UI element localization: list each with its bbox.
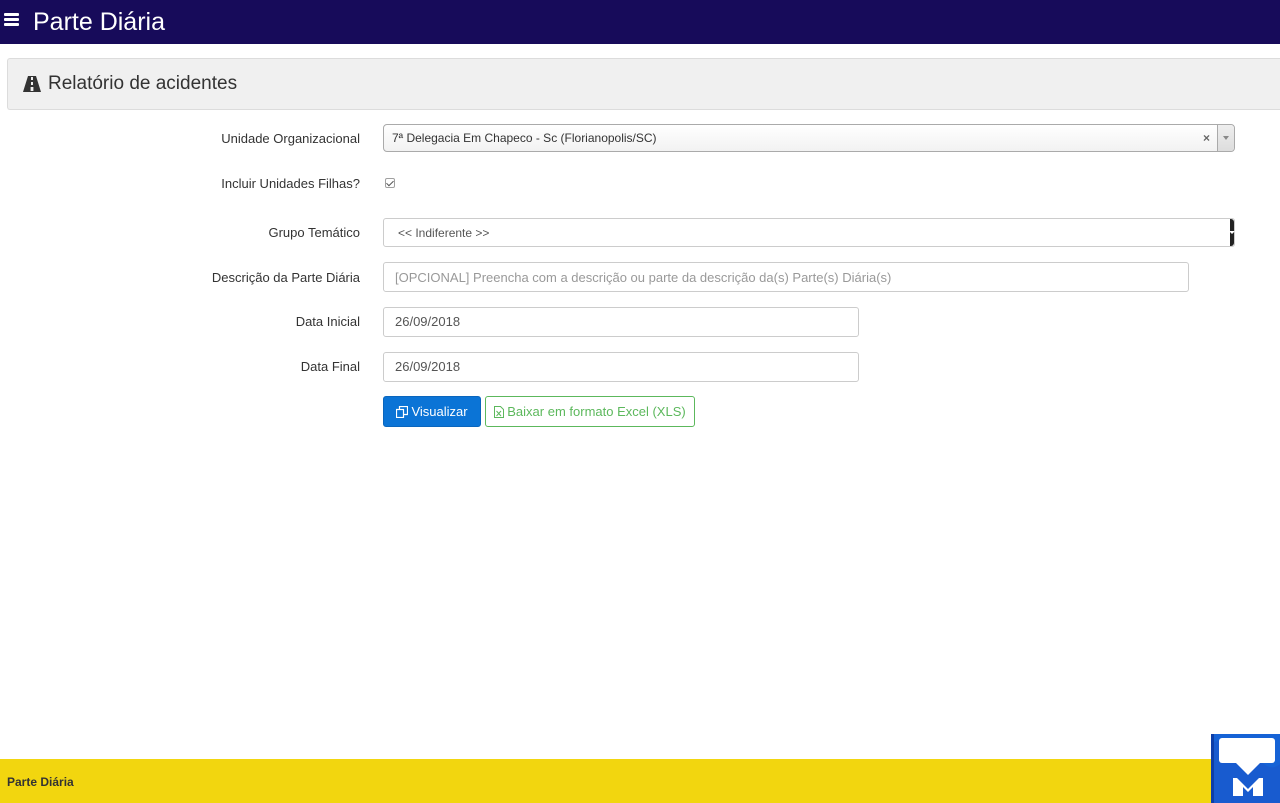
copy-icon	[396, 406, 409, 418]
incluir-unidades-filhas-label: Incluir Unidades Filhas?	[221, 176, 360, 191]
footer-text: Parte Diária	[7, 775, 74, 789]
descricao-label: Descrição da Parte Diária	[211, 270, 360, 285]
data-final-label: Data Final	[300, 359, 360, 374]
panel-heading: Relatório de acidentes	[7, 58, 1280, 110]
incluir-unidades-filhas-checkbox[interactable]	[385, 178, 395, 188]
hamburger-menu-icon[interactable]	[4, 13, 19, 26]
chat-bubble-icon	[1214, 738, 1280, 803]
dropdown-arrow-icon[interactable]	[1217, 125, 1234, 151]
clear-selection-icon[interactable]: ×	[1203, 130, 1210, 146]
panel-title: Relatório de acidentes	[48, 73, 238, 94]
data-final-input[interactable]: 26/09/2018	[383, 352, 859, 382]
visualizar-label: Visualizar	[411, 404, 468, 419]
unidade-organizacional-select[interactable]: 7ª Delegacia Em Chapeco - Sc (Florianopo…	[383, 124, 1235, 152]
road-icon	[23, 76, 41, 92]
unidade-organizacional-label: Unidade Organizacional	[221, 131, 360, 146]
chat-widget-icon[interactable]	[1211, 734, 1280, 803]
data-inicial-label: Data Inicial	[295, 314, 360, 329]
app-title: Parte Diária	[33, 8, 165, 36]
grupo-tematico-label: Grupo Temático	[268, 225, 360, 240]
top-navbar: Parte Diária	[0, 0, 1280, 44]
visualizar-button[interactable]: Visualizar	[383, 396, 481, 427]
grupo-tematico-value: << Indiferente >>	[398, 226, 490, 240]
footer: Parte Diária	[0, 759, 1280, 803]
data-inicial-input[interactable]: 26/09/2018	[383, 307, 859, 337]
file-excel-icon	[494, 406, 505, 418]
chevron-down-icon	[1229, 219, 1235, 246]
grupo-tematico-select[interactable]: << Indiferente >>	[383, 218, 1235, 247]
descricao-input[interactable]	[383, 262, 1189, 292]
baixar-excel-button[interactable]: Baixar em formato Excel (XLS)	[485, 396, 695, 427]
baixar-excel-label: Baixar em formato Excel (XLS)	[507, 404, 686, 419]
unidade-organizacional-value: 7ª Delegacia Em Chapeco - Sc (Florianopo…	[392, 131, 657, 145]
